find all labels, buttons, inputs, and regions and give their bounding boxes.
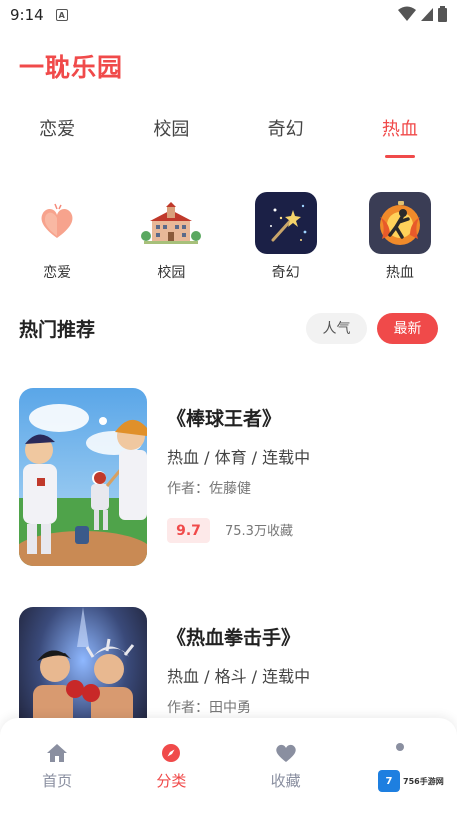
school-building-icon <box>140 192 202 254</box>
category-label: 恋爱 <box>43 265 72 281</box>
tab-fantasy[interactable]: 奇幻 <box>229 112 343 162</box>
watermark: 7 756手游网 <box>378 770 444 792</box>
book-author: 作者：佐藤健 <box>167 481 251 497</box>
status-icons <box>398 6 447 22</box>
status-bar: 9:14 A <box>0 0 457 30</box>
sort-toggle: 人气 最新 <box>306 312 438 344</box>
status-time: 9:14 <box>10 6 44 24</box>
nav-favorites[interactable]: 收藏 <box>229 742 343 814</box>
heart-icon <box>26 192 88 254</box>
wifi-icon <box>398 6 416 21</box>
signal-icon <box>421 8 433 21</box>
home-icon <box>46 742 68 764</box>
nav-label: 收藏 <box>270 772 301 790</box>
category-label: 热血 <box>385 265 414 281</box>
score-badge: 9.7 <box>167 518 210 543</box>
watermark-logo: 7 <box>378 770 400 792</box>
app-title: 一耽乐园 <box>19 53 124 82</box>
hot-recommend-header: 热门推荐 人气 最新 <box>19 312 438 344</box>
notification-icon: A <box>55 9 68 21</box>
category-campus[interactable]: 校园 <box>114 192 228 282</box>
category-fantasy[interactable]: 奇幻 <box>229 192 343 282</box>
tab-romance[interactable]: 恋爱 <box>0 112 114 162</box>
category-label: 校园 <box>157 265 186 281</box>
sort-newest-button[interactable]: 最新 <box>377 312 438 344</box>
category-hot-blood[interactable]: 热血 <box>343 192 457 282</box>
flame-figure-icon <box>368 192 431 254</box>
section-title: 热门推荐 <box>19 318 96 341</box>
watermark-text: 756手游网 <box>403 776 444 786</box>
battery-icon <box>438 6 447 22</box>
sort-popular-button[interactable]: 人气 <box>306 312 367 344</box>
nav-label: 分类 <box>156 772 187 790</box>
nav-home[interactable]: 首页 <box>0 742 114 814</box>
book-title[interactable]: 《棒球王者》 <box>167 404 281 431</box>
compass-icon <box>160 742 182 764</box>
book-card[interactable]: 《棒球王者》 热血 / 体育 / 连载中 作者：佐藤健 9.7 75.3万收藏 <box>19 388 439 568</box>
magic-wand-icon <box>254 192 317 254</box>
nav-category[interactable]: 分类 <box>114 742 228 814</box>
favorites-count: 75.3万收藏 <box>225 524 293 539</box>
tab-campus[interactable]: 校园 <box>114 112 228 162</box>
bottom-nav: 首页 分类 收藏 <box>0 718 457 814</box>
category-grid: 恋爱 校园 奇幻 热血 <box>0 192 457 282</box>
tab-hot-blood[interactable]: 热血 <box>343 112 457 162</box>
book-tags: 热血 / 格斗 / 连载中 <box>167 667 311 686</box>
profile-icon <box>389 742 411 764</box>
book-author: 作者：田中勇 <box>167 700 251 716</box>
book-cover[interactable] <box>19 388 147 566</box>
heart-icon <box>275 742 297 764</box>
category-tabs: 恋爱 校园 奇幻 热血 <box>0 112 457 162</box>
category-label: 奇幻 <box>271 265 300 281</box>
book-tags: 热血 / 体育 / 连载中 <box>167 448 311 467</box>
category-romance[interactable]: 恋爱 <box>0 192 114 282</box>
nav-label: 首页 <box>42 772 73 790</box>
book-title[interactable]: 《热血拳击手》 <box>167 623 300 650</box>
